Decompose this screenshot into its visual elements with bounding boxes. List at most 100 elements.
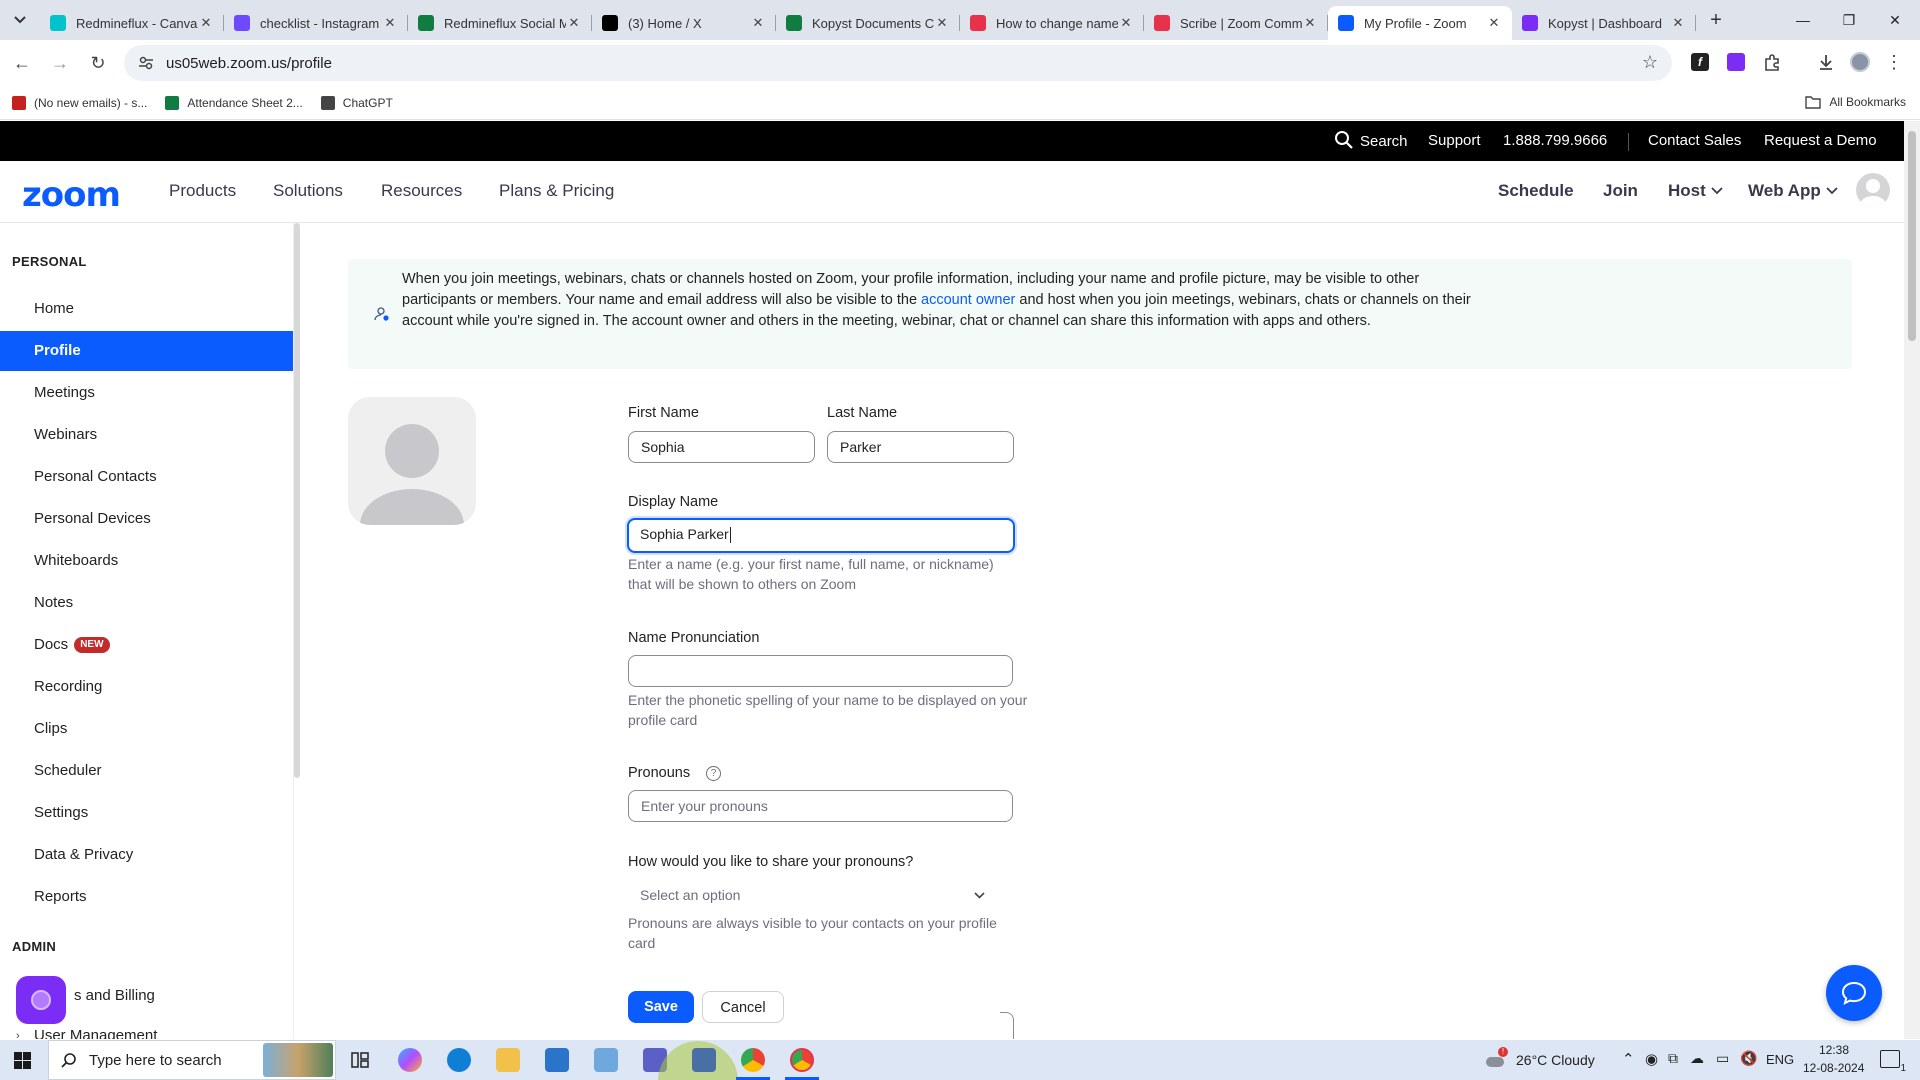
sidebar-item-docs[interactable]: Docs NEW — [0, 625, 293, 665]
app-window-icon[interactable] — [692, 1048, 716, 1072]
kopyst-extension-icon[interactable] — [1724, 50, 1748, 74]
name-pronunciation-input[interactable] — [628, 655, 1013, 687]
app-icon[interactable] — [594, 1048, 618, 1072]
clock-time[interactable]: 12:38 — [1819, 1043, 1849, 1057]
profile-avatar-icon[interactable] — [1848, 50, 1872, 74]
support-link[interactable]: Support — [1428, 132, 1481, 149]
nav-resources[interactable]: Resources — [381, 181, 462, 201]
bookmark-item[interactable]: (No new emails) - s... — [12, 95, 147, 110]
browser-tab[interactable]: How to change name ✕ — [960, 6, 1144, 40]
first-name-input[interactable]: Sophia — [628, 431, 815, 463]
browser-tab[interactable]: Redmineflux - Canva ✕ — [40, 6, 224, 40]
sidebar-item-meetings[interactable]: Meetings — [0, 373, 293, 413]
sidebar-item-whiteboards[interactable]: Whiteboards — [0, 541, 293, 581]
account-owner-link[interactable]: account owner — [921, 292, 1015, 308]
reload-button[interactable]: ↻ — [82, 47, 114, 79]
browser-tab[interactable]: Redmineflux Social M ✕ — [408, 6, 592, 40]
nav-solutions[interactable]: Solutions — [273, 181, 343, 201]
close-window-icon[interactable]: ✕ — [1872, 0, 1918, 40]
sidebar-item-profile[interactable]: Profile — [0, 331, 293, 371]
zoom-logo[interactable]: zoom — [22, 175, 121, 215]
language-indicator[interactable]: ENG — [1766, 1052, 1794, 1067]
sidebar-item-clips[interactable]: Clips — [0, 709, 293, 749]
contact-sales-link[interactable]: Contact Sales — [1648, 132, 1741, 149]
sidebar-item-data-privacy[interactable]: Data & Privacy — [0, 835, 293, 875]
share-pronouns-select[interactable]: Select an option — [628, 879, 993, 911]
close-tab-icon[interactable]: ✕ — [934, 15, 950, 31]
forward-button[interactable]: → — [44, 47, 76, 79]
chat-support-button[interactable] — [1826, 965, 1882, 1021]
chrome-icon[interactable] — [741, 1048, 765, 1072]
bookmark-item[interactable]: ChatGPT — [320, 95, 393, 110]
sidebar-item-notes[interactable]: Notes — [0, 583, 293, 623]
bookmark-star-icon[interactable]: ☆ — [1642, 52, 1658, 73]
restore-icon[interactable]: ❐ — [1826, 0, 1872, 40]
taskbar-search-box[interactable]: Type here to search — [48, 1040, 336, 1080]
kopyst-recorder-button[interactable] — [16, 976, 66, 1024]
mail-icon[interactable] — [545, 1048, 569, 1072]
task-view-icon[interactable] — [348, 1048, 372, 1072]
browser-tab[interactable]: Scribe | Zoom Comm ✕ — [1144, 6, 1328, 40]
close-tab-icon[interactable]: ✕ — [198, 15, 214, 31]
nav-web-app[interactable]: Web App — [1748, 181, 1838, 201]
close-tab-icon[interactable]: ✕ — [750, 15, 766, 31]
volume-icon[interactable]: 🔇 — [1740, 1050, 1757, 1067]
site-info-icon[interactable] — [138, 55, 154, 71]
browser-menu-icon[interactable]: ⋮ — [1882, 50, 1906, 74]
sidebar-item-home[interactable]: Home — [0, 289, 293, 329]
weather-icon[interactable]: ! — [1486, 1047, 1508, 1071]
browser-tab[interactable]: (3) Home / X ✕ — [592, 6, 776, 40]
edge-browser-icon[interactable] — [447, 1048, 471, 1072]
nav-plans-pricing[interactable]: Plans & Pricing — [499, 181, 614, 201]
extensions-puzzle-icon[interactable] — [1760, 50, 1784, 74]
nav-schedule[interactable]: Schedule — [1498, 181, 1574, 201]
user-avatar[interactable] — [1856, 173, 1890, 207]
save-button[interactable]: Save — [628, 991, 694, 1023]
address-bar[interactable]: us05web.zoom.us/profile ☆ — [124, 45, 1672, 81]
phone-link[interactable]: 1.888.799.9666 — [1503, 132, 1607, 149]
close-tab-icon[interactable]: ✕ — [1670, 15, 1686, 31]
nav-products[interactable]: Products — [169, 181, 236, 201]
close-tab-icon[interactable]: ✕ — [566, 15, 582, 31]
weather-text[interactable]: 26°C Cloudy — [1516, 1052, 1595, 1068]
search-button[interactable]: Search — [1334, 131, 1408, 150]
sidebar-item-webinars[interactable]: Webinars — [0, 415, 293, 455]
scroll-thumb[interactable] — [1908, 131, 1916, 341]
browser-tab[interactable]: Kopyst | Dashboard ✕ — [1512, 6, 1696, 40]
browser-tab[interactable]: checklist - Instagram ✕ — [224, 6, 408, 40]
help-question-icon[interactable]: ? — [706, 765, 722, 781]
browser-tab[interactable]: My Profile - Zoom ✕ — [1328, 6, 1512, 40]
minimize-icon[interactable]: — — [1780, 0, 1826, 40]
sidebar-item-personal-contacts[interactable]: Personal Contacts — [0, 457, 293, 497]
tray-chevron-up-icon[interactable]: ⌃ — [1622, 1050, 1635, 1068]
close-tab-icon[interactable]: ✕ — [1302, 15, 1318, 31]
extension-f-icon[interactable]: f — [1688, 50, 1712, 74]
sidebar-item-scheduler[interactable]: Scheduler — [0, 751, 293, 791]
sidebar-item-personal-devices[interactable]: Personal Devices — [0, 499, 293, 539]
chrome-profile-icon[interactable] — [790, 1048, 814, 1072]
tray-meet-icon[interactable]: ⧉ — [1668, 1050, 1678, 1067]
nav-host[interactable]: Host — [1668, 181, 1723, 201]
last-name-input[interactable]: Parker — [827, 431, 1014, 463]
profile-picture[interactable] — [348, 397, 476, 525]
bookmark-item[interactable]: Attendance Sheet 2... — [165, 95, 303, 110]
windows-start-icon[interactable] — [14, 1052, 31, 1069]
copilot-icon[interactable] — [398, 1048, 422, 1072]
page-scrollbar[interactable] — [1904, 121, 1920, 1039]
close-tab-icon[interactable]: ✕ — [382, 15, 398, 31]
notification-center-icon[interactable]: 1 — [1880, 1050, 1906, 1074]
onedrive-icon[interactable]: ☁ — [1690, 1050, 1704, 1067]
back-button[interactable]: ← — [6, 47, 38, 79]
browser-tab[interactable]: Kopyst Documents Cr ✕ — [776, 6, 960, 40]
sidebar-item-settings[interactable]: Settings — [0, 793, 293, 833]
pronouns-input[interactable]: Enter your pronouns — [628, 790, 1013, 822]
display-name-input[interactable]: Sophia Parker — [627, 518, 1015, 553]
network-icon[interactable]: ▭ — [1716, 1050, 1729, 1067]
cancel-button[interactable]: Cancel — [702, 991, 784, 1023]
clock-date[interactable]: 12-08-2024 — [1803, 1061, 1864, 1075]
nav-join[interactable]: Join — [1603, 181, 1638, 201]
file-explorer-icon[interactable] — [496, 1048, 520, 1072]
sidebar-item-reports[interactable]: Reports — [0, 877, 293, 917]
close-tab-icon[interactable]: ✕ — [1118, 15, 1134, 31]
close-tab-icon[interactable]: ✕ — [1486, 15, 1502, 31]
